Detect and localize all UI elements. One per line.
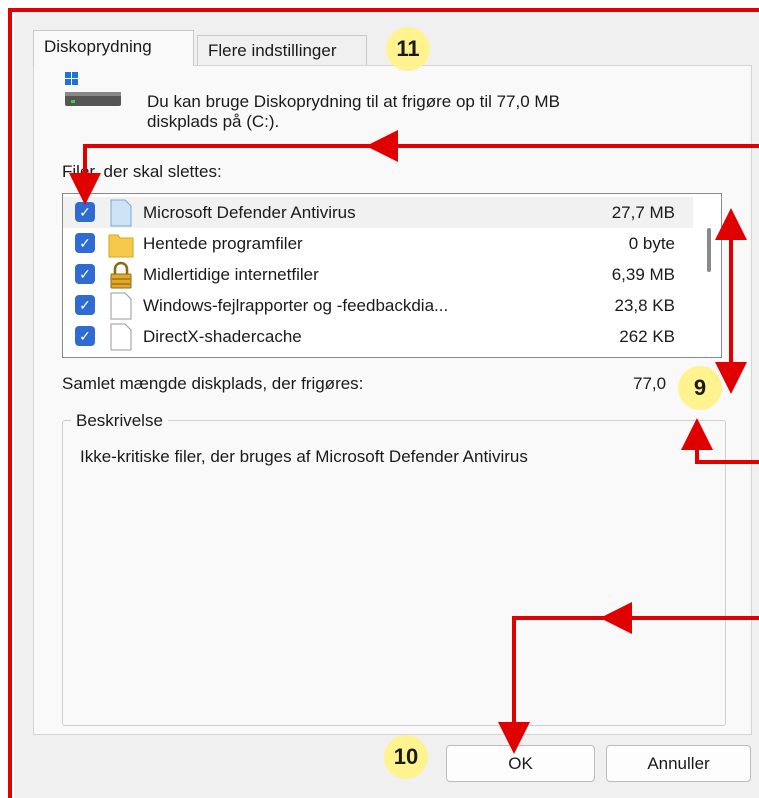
file-name: Windows-fejlrapporter og -feedbackdia...: [143, 296, 449, 315]
intro-text: Du kan bruge Diskoprydning til at frigør…: [147, 92, 687, 132]
lock-icon: [110, 261, 132, 289]
intro-line-2: diskplads på (C:).: [147, 112, 280, 131]
file-name: DirectX-shadercache: [143, 327, 302, 346]
folder-icon: [108, 234, 134, 258]
scrollbar-thumb[interactable]: [707, 228, 711, 272]
checkbox[interactable]: [75, 357, 95, 358]
cancel-button[interactable]: Annuller: [606, 745, 751, 782]
checkbox[interactable]: ✓: [75, 295, 95, 315]
list-item[interactable]: ✓ Midlertidige internetfiler 6,39 MB: [63, 259, 693, 290]
ok-button[interactable]: OK: [446, 745, 595, 782]
description-legend: Beskrivelse: [71, 411, 168, 431]
document-icon: [110, 292, 132, 320]
file-name: Midlertidige internetfiler: [143, 265, 319, 284]
annotation-badge-10: 10: [384, 735, 428, 779]
tab-more-settings[interactable]: Flere indstillinger: [197, 35, 367, 66]
list-item-partial[interactable]: [63, 352, 693, 358]
annotation-badge-9: 9: [678, 366, 722, 410]
description-text: Ikke-kritiske filer, der bruges af Micro…: [80, 447, 528, 466]
list-item[interactable]: ✓ Hentede programfiler 0 byte: [63, 228, 693, 259]
tab-diskoprydning[interactable]: Diskoprydning: [33, 30, 194, 66]
annotation-badge-11: 11: [386, 27, 430, 71]
document-icon: [110, 199, 132, 227]
intro-line-1: Du kan bruge Diskoprydning til at frigør…: [147, 92, 560, 111]
total-value: 77,0: [633, 374, 667, 393]
drive-icon: [65, 72, 121, 106]
checkbox[interactable]: ✓: [75, 264, 95, 284]
file-name: Microsoft Defender Antivirus: [143, 203, 356, 222]
file-size: 0 byte: [628, 234, 675, 253]
list-item[interactable]: ✓ Microsoft Defender Antivirus 27,7 MB: [63, 197, 693, 228]
file-size: 262 KB: [619, 327, 675, 346]
file-size: 23,8 KB: [614, 296, 676, 315]
total-label: Samlet mængde diskplads, der frigøres:: [62, 374, 364, 393]
list-item[interactable]: ✓ DirectX-shadercache 262 KB: [63, 321, 693, 352]
files-list[interactable]: ✓ Microsoft Defender Antivirus 27,7 MB ✓…: [62, 193, 722, 358]
file-size: 27,7 MB: [611, 203, 675, 222]
file-size: 6,39 MB: [611, 265, 675, 284]
files-label: Filer, der skal slettes:: [62, 162, 222, 181]
list-item[interactable]: ✓ Windows-fejlrapporter og -feedbackdia.…: [63, 290, 693, 321]
checkbox[interactable]: ✓: [75, 326, 95, 346]
document-icon: [110, 323, 132, 351]
checkbox[interactable]: ✓: [75, 233, 95, 253]
checkbox[interactable]: ✓: [75, 202, 95, 222]
file-name: Hentede programfiler: [143, 234, 303, 253]
